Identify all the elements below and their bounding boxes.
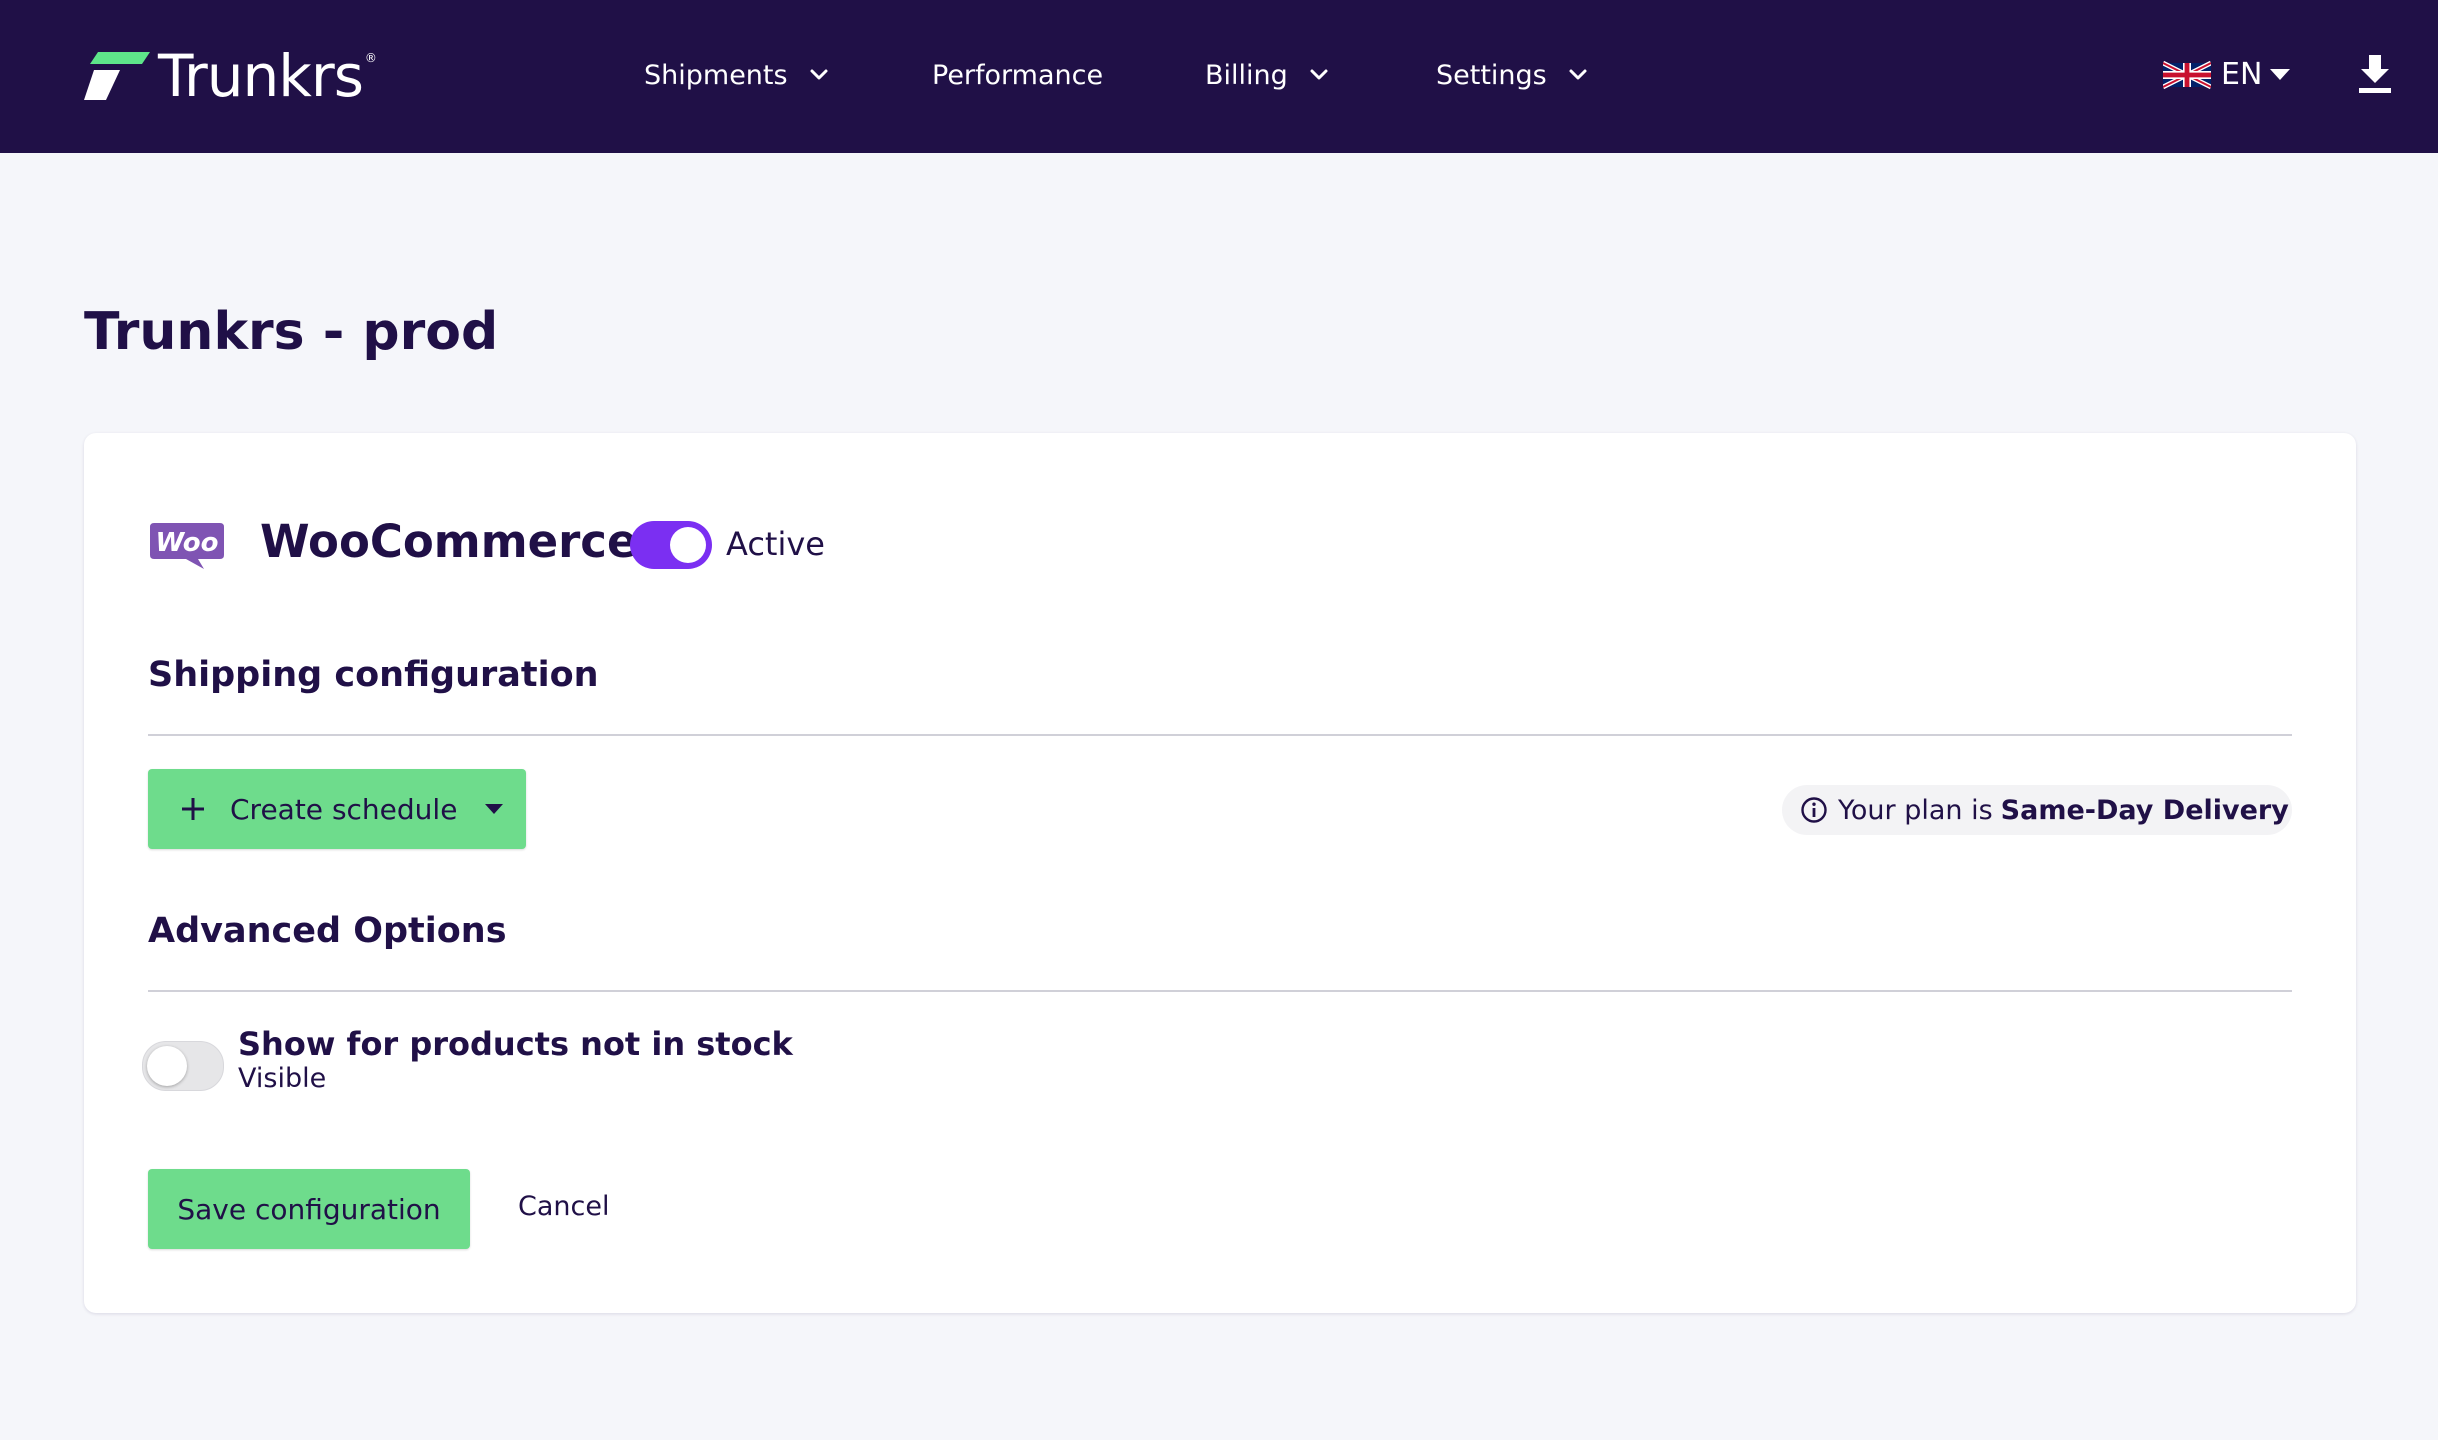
- nav-item-label: Shipments: [644, 59, 788, 91]
- brand-name: Trunkrs: [158, 42, 364, 110]
- plan-name: Same-Day Delivery: [2000, 794, 2289, 826]
- shipping-config-heading: Shipping configuration: [148, 655, 599, 695]
- language-selector[interactable]: EN: [2163, 57, 2291, 92]
- language-code: EN: [2221, 57, 2263, 92]
- create-schedule-button[interactable]: Create schedule: [148, 769, 526, 849]
- brand-registered-mark: ®: [364, 51, 377, 65]
- nav-item-billing[interactable]: Billing: [1205, 54, 1330, 96]
- trunkrs-logo-icon: [84, 52, 150, 100]
- plus-icon: [182, 798, 204, 820]
- create-schedule-label: Create schedule: [230, 792, 458, 826]
- integration-active-toggle[interactable]: [630, 521, 712, 569]
- show-out-of-stock-value: Visible: [238, 1063, 327, 1094]
- woocommerce-logo-icon: Woo: [150, 523, 224, 569]
- integration-config-card: Woo WooCommerce Active Shipping configur…: [84, 433, 2356, 1313]
- section-divider: [148, 734, 2292, 736]
- nav-item-label: Billing: [1205, 59, 1288, 91]
- toggle-knob: [147, 1046, 187, 1086]
- nav-item-label: Performance: [932, 59, 1104, 91]
- show-out-of-stock-label: Show for products not in stock: [238, 1025, 793, 1063]
- plan-info-badge: Your plan is Same-Day Delivery: [1782, 785, 2292, 835]
- brand-logo[interactable]: Trunkrs ®: [84, 46, 377, 106]
- advanced-options-heading: Advanced Options: [148, 911, 507, 951]
- integration-status-label: Active: [726, 525, 825, 563]
- nav-item-label: Settings: [1436, 59, 1547, 91]
- chevron-down-icon: [1569, 69, 1587, 80]
- save-configuration-button[interactable]: Save configuration: [148, 1169, 470, 1249]
- uk-flag-icon: [2163, 60, 2211, 89]
- download-icon[interactable]: [2355, 53, 2395, 95]
- cancel-button[interactable]: Cancel: [518, 1191, 609, 1222]
- plan-prefix: Your plan is: [1838, 794, 1993, 826]
- section-divider: [148, 990, 2292, 992]
- nav-item-shipments[interactable]: Shipments: [644, 54, 830, 96]
- woo-logo-text: Woo: [156, 528, 219, 558]
- chevron-down-icon: [810, 69, 828, 80]
- nav-item-settings[interactable]: Settings: [1436, 54, 1589, 96]
- toggle-knob: [670, 527, 706, 563]
- caret-down-icon: [2270, 69, 2291, 80]
- integration-name: WooCommerce: [260, 515, 638, 568]
- info-icon: [1801, 797, 1827, 823]
- caret-down-icon: [485, 804, 504, 814]
- chevron-down-icon: [1310, 69, 1328, 80]
- page-title: Trunkrs - prod: [84, 302, 499, 362]
- nav-item-performance[interactable]: Performance: [932, 54, 1103, 96]
- top-navigation-bar: Trunkrs ® Shipments Performance Billing …: [0, 0, 2438, 153]
- show-out-of-stock-toggle[interactable]: [142, 1041, 224, 1091]
